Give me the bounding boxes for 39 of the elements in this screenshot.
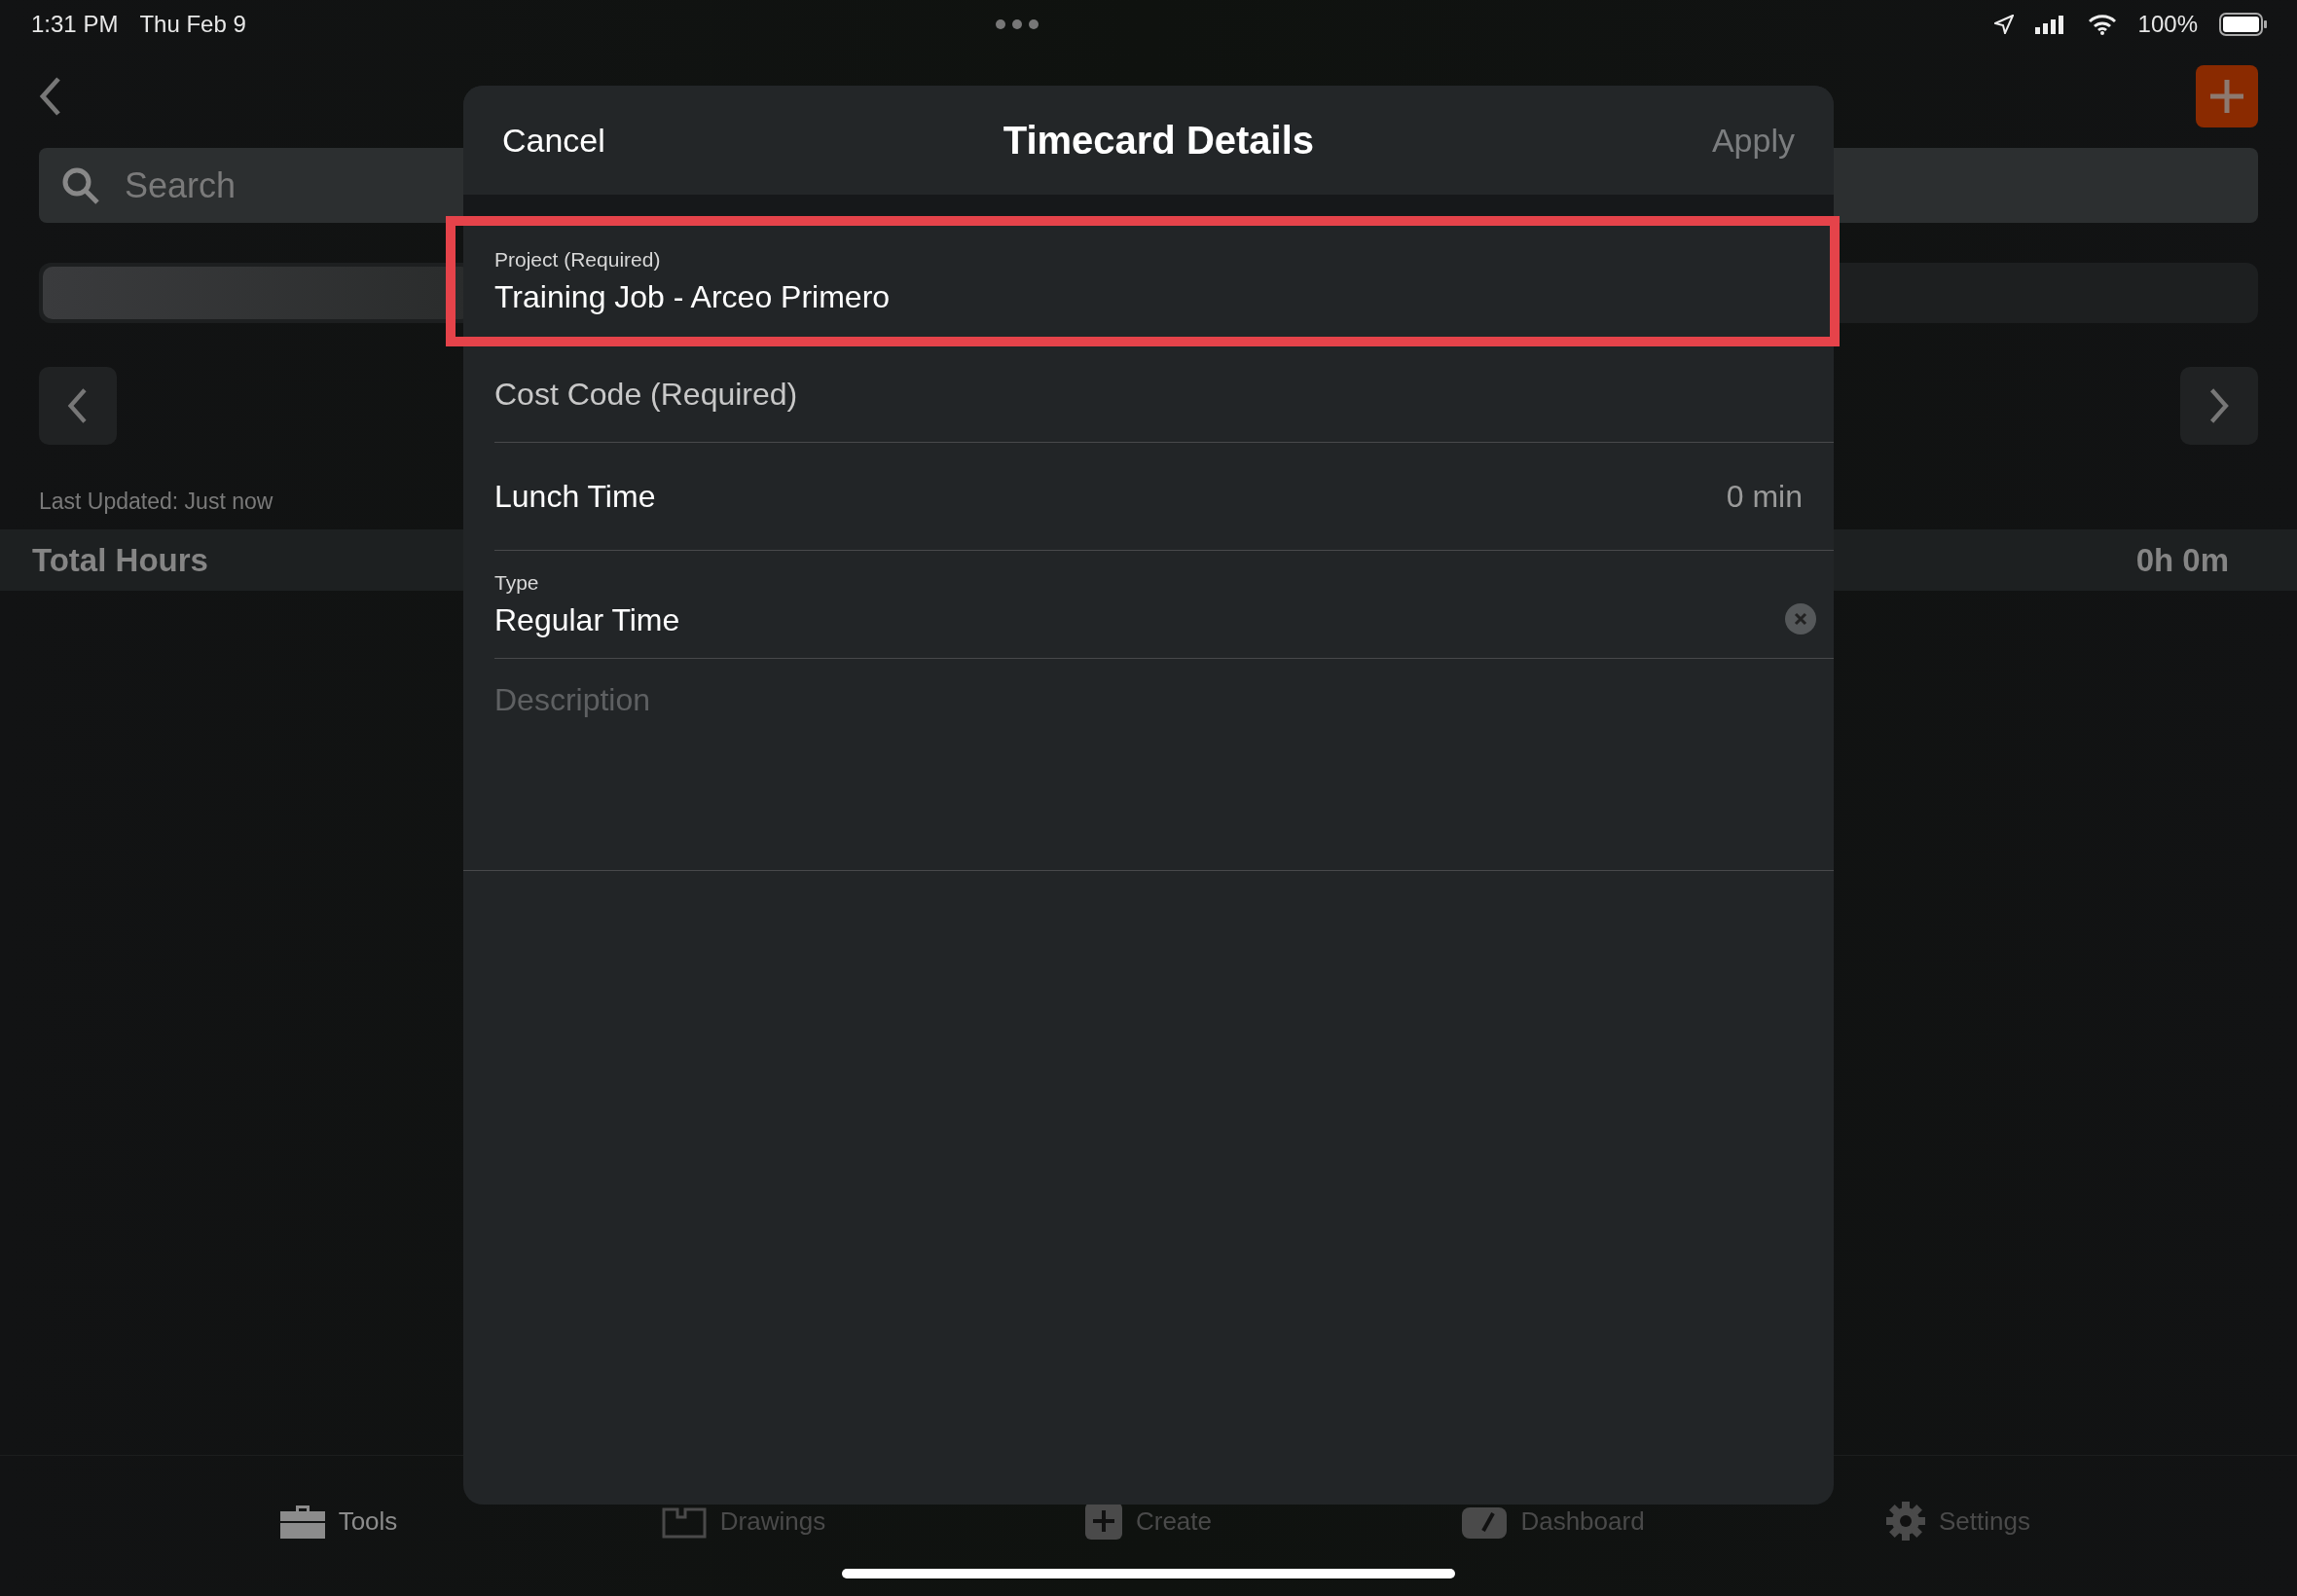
sheet-title: Timecard Details	[1003, 118, 1315, 163]
tab-item[interactable]: Tools	[136, 1504, 541, 1539]
more-dots-icon	[995, 19, 1039, 29]
add-button[interactable]	[2196, 65, 2258, 127]
form-row[interactable]: Cost Code (Required)	[463, 346, 1834, 442]
clear-button[interactable]	[1785, 603, 1816, 635]
wifi-icon	[2087, 14, 2117, 35]
next-button[interactable]	[2180, 367, 2258, 445]
field-value: Regular Time	[494, 601, 680, 638]
field-label: Lunch Time	[494, 478, 656, 515]
field-label: Cost Code (Required)	[494, 376, 798, 413]
form-row[interactable]: Type Regular Time	[463, 551, 1834, 658]
back-button[interactable]	[39, 77, 62, 116]
toolbox-icon	[279, 1504, 325, 1539]
signal-icon	[2034, 15, 2066, 34]
settings-icon	[1886, 1502, 1925, 1541]
plus-icon	[2210, 80, 2243, 113]
total-hours-label: Total Hours	[32, 541, 208, 579]
back-chevron-icon	[39, 77, 62, 116]
form-row[interactable]: Lunch Time 0 min	[463, 443, 1834, 550]
chevron-left-icon	[67, 388, 89, 423]
battery-percent: 100%	[2137, 11, 2198, 38]
status-time: 1:31 PM	[31, 11, 119, 38]
field-value: Training Job - Arceo Primero	[494, 278, 891, 315]
total-hours-value: 0h 0m	[2135, 541, 2229, 579]
battery-icon	[2219, 13, 2268, 36]
field-label: Project (Required)	[494, 247, 661, 272]
close-icon	[1794, 612, 1807, 626]
field-value: 0 min	[1726, 478, 1803, 515]
plus-square-icon	[1084, 1503, 1122, 1540]
form-row[interactable]: Project (Required) Training Job - Arceo Primero	[446, 216, 1840, 346]
last-updated-text: Last Updated: Just now	[39, 489, 273, 515]
field-label: Type	[494, 570, 539, 595]
description-field[interactable]: Description	[463, 659, 1834, 871]
location-arrow-icon	[1993, 15, 2014, 34]
previous-button[interactable]	[39, 367, 117, 445]
cancel-button[interactable]: Cancel	[502, 121, 605, 160]
chevron-right-icon	[2208, 388, 2230, 423]
status-date: Thu Feb 9	[139, 11, 246, 38]
